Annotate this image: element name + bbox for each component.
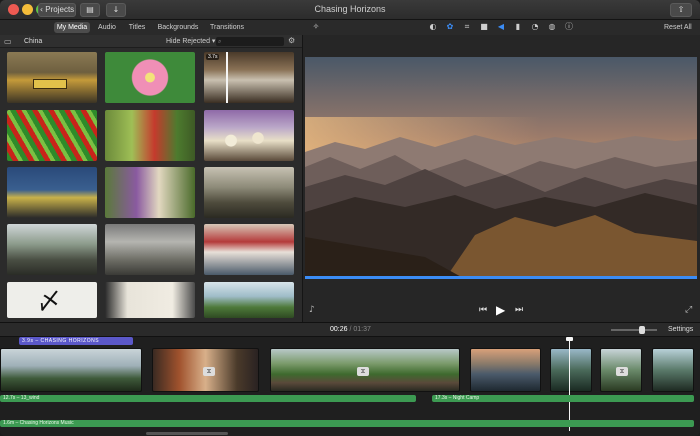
timeline-status-bar: 00:26 / 01:37 Settings: [0, 322, 700, 337]
search-icon: ⌕: [218, 38, 222, 45]
media-thumbnail[interactable]: [7, 167, 97, 218]
media-toolbar: My Media Audio Titles Backgrounds Transi…: [0, 20, 700, 35]
timecode-total: 01:37: [353, 326, 371, 333]
media-thumbnail[interactable]: [7, 110, 97, 161]
window-title: Chasing Horizons: [314, 4, 386, 14]
fullscreen-icon[interactable]: ⤢: [685, 305, 692, 315]
media-thumbnail[interactable]: [204, 224, 294, 275]
tab-backgrounds[interactable]: Backgrounds: [156, 22, 200, 33]
stabilization-icon[interactable]: ■: [479, 22, 489, 32]
browser-filter-bar: ▭ China Hide Rejected ▾ ⌕ ⚙: [0, 35, 302, 48]
play-icon[interactable]: ▶: [496, 303, 505, 317]
microphone-icon[interactable]: ♪: [309, 305, 315, 315]
magic-wand-icon[interactable]: ✧: [311, 22, 321, 32]
media-thumbnail[interactable]: [105, 282, 195, 318]
video-preview: [305, 57, 697, 279]
info-icon[interactable]: ⓘ: [564, 22, 574, 32]
share-icon: ⇧: [677, 5, 685, 14]
color-correction-icon[interactable]: ✿: [445, 22, 455, 32]
media-thumbnail[interactable]: [7, 224, 97, 275]
timecode-separator: /: [349, 326, 352, 333]
reset-all-button[interactable]: Reset All: [664, 22, 692, 33]
chevron-down-icon: ▾: [211, 37, 216, 45]
tab-titles[interactable]: Titles: [126, 22, 148, 33]
media-thumbnail[interactable]: 3.7s: [204, 52, 294, 103]
tab-transitions[interactable]: Transitions: [207, 22, 247, 33]
transition-icon[interactable]: ⧖: [357, 367, 369, 376]
zoom-slider-thumb[interactable]: [639, 326, 645, 334]
audio-clip-night-camp[interactable]: 17.3s – Night Camp: [432, 395, 694, 402]
imovie-window: ‹ Projects ▤ ↓ Chasing Horizons ⇧ My Med…: [0, 0, 700, 436]
playhead-progress: [305, 276, 697, 279]
media-thumbnail[interactable]: 〆: [7, 282, 97, 318]
media-thumbnail[interactable]: [7, 52, 97, 103]
transition-icon[interactable]: ⧖: [203, 367, 215, 376]
timecode-current: 00:26: [330, 326, 348, 333]
title-clip[interactable]: 3.9s – CHASING HORIZONS: [19, 337, 133, 345]
video-clip[interactable]: [0, 348, 142, 392]
media-thumbnail[interactable]: [105, 224, 195, 275]
color-balance-icon[interactable]: ◐: [428, 22, 438, 32]
speed-icon[interactable]: ◔: [530, 22, 540, 32]
share-button[interactable]: ⇧: [670, 3, 692, 17]
media-browser: ▭ China Hide Rejected ▾ ⌕ ⚙ 3.7s 〆: [0, 35, 302, 322]
video-clip[interactable]: [550, 348, 592, 392]
video-clip[interactable]: ⧖: [600, 348, 642, 392]
skip-back-icon[interactable]: ⏮: [479, 305, 487, 315]
video-clip[interactable]: ⧖: [270, 348, 460, 392]
media-thumbnail[interactable]: [105, 52, 195, 103]
search-input[interactable]: ⌕: [216, 37, 284, 46]
music-track[interactable]: 1.6m – Chasing Horizons Music: [0, 420, 694, 427]
crop-icon[interactable]: ⌗: [462, 22, 472, 32]
calligraphy-mark: 〆: [37, 287, 61, 315]
album-name: China: [24, 38, 43, 45]
media-thumbnail[interactable]: [204, 167, 294, 218]
video-clip[interactable]: [470, 348, 541, 392]
media-thumbnail[interactable]: [204, 110, 294, 161]
audio-clip-wind[interactable]: 12.7s – 13_wind: [0, 395, 416, 402]
settings-button[interactable]: Settings: [668, 325, 693, 335]
viewer-pane: ♪ ⏮ ▶ ⏭ ⤢: [302, 35, 700, 322]
browser-settings-icon[interactable]: ⚙: [288, 36, 295, 46]
title-bar: ‹ Projects ▤ ↓ Chasing Horizons ⇧: [0, 0, 700, 20]
equalizer-icon[interactable]: ▮: [513, 22, 523, 32]
sign-plate: [33, 79, 67, 89]
filter-dropdown[interactable]: Hide Rejected ▾: [166, 37, 215, 46]
clip-filter-icon[interactable]: ◍: [547, 22, 557, 32]
video-clip[interactable]: ⧖: [152, 348, 259, 392]
tab-my-media[interactable]: My Media: [54, 22, 90, 33]
media-thumbnail[interactable]: [105, 110, 195, 161]
video-clip[interactable]: [652, 348, 694, 392]
skimmer-line: [226, 52, 228, 103]
playhead[interactable]: [569, 337, 570, 431]
volume-icon[interactable]: ◀: [496, 22, 506, 32]
skip-forward-icon[interactable]: ⏭: [515, 305, 523, 315]
sidebar-toggle-icon[interactable]: ▭: [4, 37, 12, 46]
media-thumbnail[interactable]: [204, 282, 294, 318]
playhead-handle[interactable]: [566, 337, 573, 341]
horizontal-scrollbar[interactable]: [146, 432, 228, 435]
timeline: 3.9s – CHASING HORIZONS ⧖ ⧖ ⧖ 12.7s – 13…: [0, 337, 700, 436]
tab-audio[interactable]: Audio: [95, 22, 119, 33]
transition-icon[interactable]: ⧖: [616, 367, 628, 376]
zoom-slider[interactable]: [611, 326, 657, 334]
media-thumbnail[interactable]: [105, 167, 195, 218]
duration-badge: 3.7s: [206, 54, 220, 60]
timecode: 00:26 / 01:37: [330, 325, 371, 335]
